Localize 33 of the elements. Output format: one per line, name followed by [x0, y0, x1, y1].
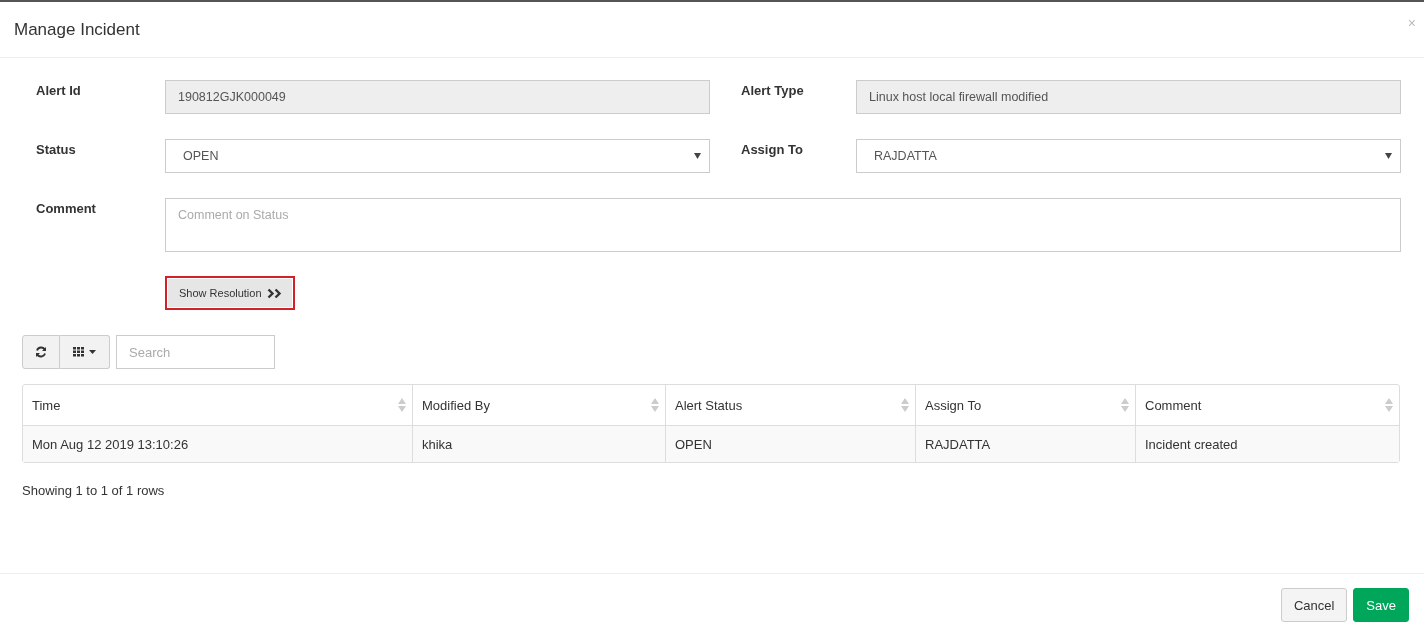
- sort-icon: [398, 398, 406, 412]
- sort-icon: [651, 398, 659, 412]
- field-label: Alert Type: [740, 82, 805, 100]
- assign-to-select[interactable]: RAJDATTA: [856, 139, 1401, 173]
- field-label: Assign To: [740, 141, 804, 159]
- dialog-title: Manage Incident: [14, 19, 140, 40]
- table-cell: RAJDATTA: [915, 426, 1135, 462]
- search-field[interactable]: Search: [116, 335, 275, 369]
- table-cell: khika: [412, 426, 665, 462]
- alert-id-field[interactable]: 190812GJK000049: [165, 80, 710, 114]
- field-label: Comment: [36, 200, 97, 218]
- alert-type-field[interactable]: Linux host local firewall modified: [856, 80, 1401, 114]
- refresh-icon: [35, 346, 47, 358]
- refresh-button[interactable]: [22, 335, 60, 369]
- sort-icon: [1385, 398, 1393, 412]
- field-label: Alert Id: [36, 82, 82, 100]
- caret-icon: [89, 350, 96, 354]
- grid-icon: [73, 347, 87, 357]
- caret-icon: [694, 153, 701, 159]
- field-label: Status: [36, 141, 77, 159]
- table-cell: Incident created: [1135, 426, 1399, 462]
- comment-field[interactable]: Comment on Status: [165, 198, 1401, 252]
- columns-button[interactable]: [60, 335, 110, 369]
- sort-icon: [1121, 398, 1129, 412]
- sort-icon: [901, 398, 909, 412]
- caret-icon: [1385, 153, 1392, 159]
- table-cell: Mon Aug 12 2019 13:10:26: [23, 426, 412, 462]
- pagination-info: Showing 1 to 1 of 1 rows: [22, 483, 166, 498]
- table-cell: OPEN: [665, 426, 915, 462]
- cancel-button[interactable]: Cancel: [1280, 588, 1348, 622]
- double-chevron-icon: [266, 287, 283, 299]
- status-select[interactable]: OPEN: [165, 139, 710, 173]
- show-resolution-button[interactable]: Show Resolution: [165, 276, 295, 310]
